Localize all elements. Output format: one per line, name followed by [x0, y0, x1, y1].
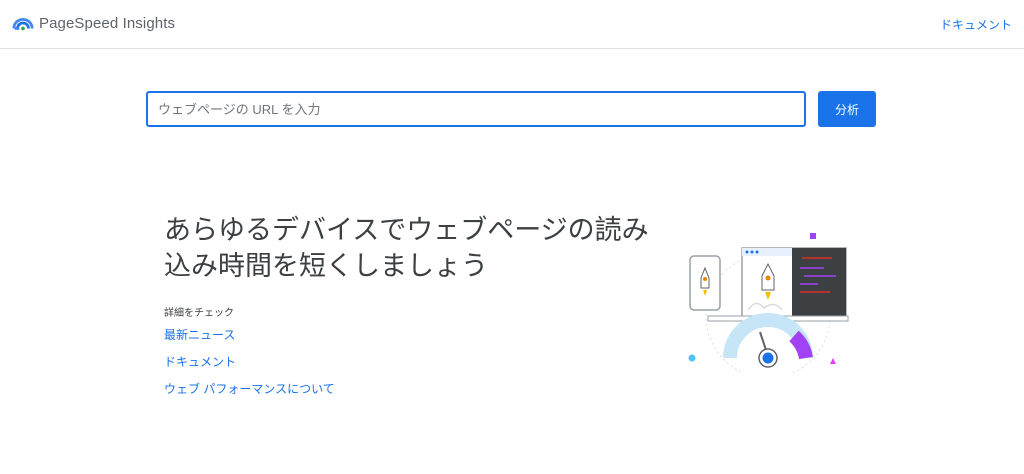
- learn-more-label: 詳細をチェック: [164, 308, 234, 319]
- top-bar: PageSpeed Insights ドキュメント: [0, 0, 1024, 49]
- headline-line-2: 込み時間を短くしましょう: [164, 251, 488, 281]
- app-name: PageSpeed Insights: [39, 14, 176, 32]
- pagespeed-logo-icon: [12, 17, 34, 31]
- news-link[interactable]: 最新ニュース: [164, 326, 235, 343]
- web-performance-link[interactable]: ウェブ パフォーマンスについて: [164, 380, 335, 397]
- url-input[interactable]: [146, 91, 806, 127]
- rocket-speedometer-illustration: [688, 233, 849, 373]
- header-docs-link[interactable]: ドキュメント: [940, 16, 1012, 33]
- app-logo[interactable]: PageSpeed Insights: [12, 12, 175, 34]
- documentation-link[interactable]: ドキュメント: [164, 353, 236, 370]
- page-headline: あらゆるデバイスでウェブページの読み 込み時間を短くしましょう: [164, 212, 684, 284]
- headline-line-1: あらゆるデバイスでウェブページの読み: [164, 215, 649, 245]
- analyze-button[interactable]: 分析: [818, 91, 876, 127]
